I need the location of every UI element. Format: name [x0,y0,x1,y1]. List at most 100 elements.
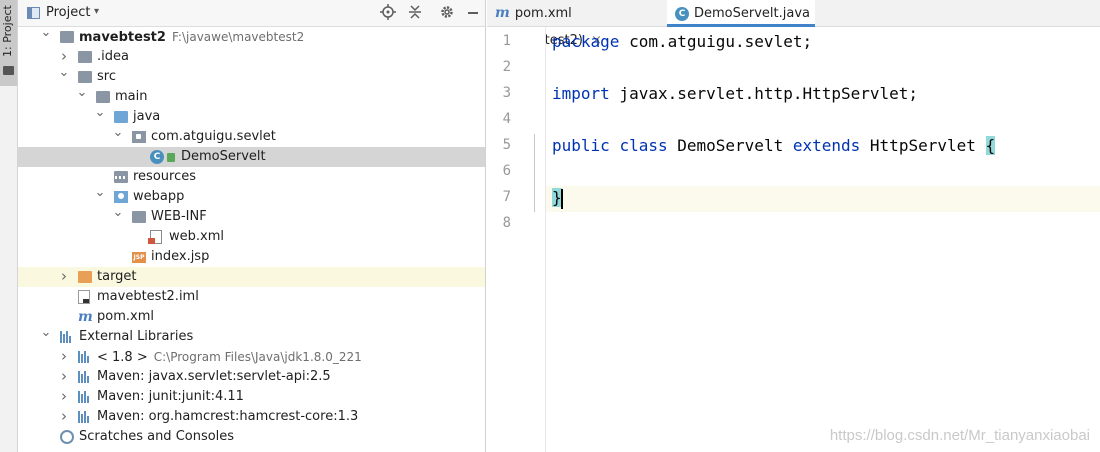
tree-row[interactable]: JSP index.jsp [18,247,485,267]
chevron-down-icon[interactable]: ⌄ [40,23,52,43]
tree-item-name: src [97,69,116,84]
tree-item-label: webapp [133,187,184,207]
project-tool-label: 1: Project [1,5,14,57]
library-icon [78,351,92,363]
tree-item-label: pom.xml [97,307,154,327]
tree-row[interactable]: C DemoServelt [18,147,485,167]
tree-row[interactable]: ⌄ webapp [18,185,485,207]
resources-badge-icon [115,176,127,179]
tree-row[interactable]: › target [18,267,485,287]
folder-icon [78,71,92,83]
tree-item-name: .idea [97,49,129,64]
chevron-down-icon[interactable]: ⌄ [40,323,52,343]
minimize-icon[interactable] [464,4,482,22]
tree-row[interactable]: ⌄ External Libraries [18,325,485,347]
runnable-badge-icon [167,153,175,162]
folder-icon [78,51,92,63]
project-view-icon [27,7,40,19]
tree-item-label: Maven: javax.servlet:servlet-api:2.5 [97,367,331,387]
tree-row[interactable]: ⌄ main [18,85,485,107]
fold-guide [534,134,535,212]
gear-icon[interactable] [438,4,456,22]
tree-item-label: web.xml [169,227,224,247]
tree-item-name: webapp [133,189,185,204]
tree-item-name: mavebtest2 [79,30,166,45]
tree-item-label: mavebtest2 F:\javawe\mavebtest2 [79,27,304,48]
chevron-right-icon[interactable]: › [58,386,70,406]
chevron-right-icon[interactable]: › [58,406,70,426]
line-number: 8 [502,215,511,231]
xml-badge-icon [148,238,155,244]
project-panel: Project ▾ ⌄ mavebtest2 F:\javawe\mavebtest… [18,0,486,452]
brace-token: { [985,136,996,155]
locate-icon[interactable] [379,4,397,22]
tree-row[interactable]: › Maven: javax.servlet:servlet-api:2.5 [18,367,485,387]
tree-row[interactable]: ⌄ WEB-INF [18,205,485,227]
tab-demoservelt-java[interactable]: C DemoServelt.java [667,0,815,27]
tree-row[interactable]: web.xml [18,227,485,247]
chevron-right-icon[interactable]: › [58,266,70,286]
tree-item-name: com.atguigu.sevlet [151,129,276,144]
line-number: 6 [502,163,511,179]
tree-item-name: Maven: junit:junit:4.11 [97,389,244,404]
chevron-right-icon[interactable]: › [58,346,70,366]
jsp-file-icon: JSP [132,252,146,263]
collapse-all-icon[interactable] [406,4,424,22]
project-title[interactable]: Project [46,5,90,20]
tree-item-name: pom.xml [97,309,154,324]
code-area[interactable]: package com.atguigu.sevlet; import javax.… [546,27,1100,452]
tree-item-label: Scratches and Consoles [79,427,234,447]
tree-item-label: com.atguigu.sevlet [151,127,276,147]
tree-row[interactable]: › Maven: junit:junit:4.11 [18,387,485,407]
chevron-down-icon[interactable]: ▾ [94,6,99,17]
chevron-down-icon[interactable]: ⌄ [76,83,88,103]
folder-icon [3,66,14,75]
chevron-down-icon[interactable]: ⌄ [112,123,124,143]
tree-item-name: mavebtest2.iml [97,289,199,304]
project-tree: ⌄ mavebtest2 F:\javawe\mavebtest2 › .idea ⌄ sr… [18,25,485,447]
tree-row[interactable]: mavebtest2.iml [18,287,485,307]
tree-item-name: External Libraries [79,329,194,344]
maven-file-icon: m [78,309,93,325]
tree-row[interactable]: ⌄ com.atguigu.sevlet [18,125,485,147]
tree-row[interactable]: › .idea [18,47,485,67]
chevron-down-icon[interactable]: ⌄ [58,63,70,83]
chevron-down-icon[interactable]: ⌄ [94,183,106,203]
line-number: 4 [502,111,511,127]
tree-item-name: WEB-INF [151,209,207,224]
chevron-right-icon[interactable]: › [58,366,70,386]
tree-item-name: web.xml [169,229,224,244]
maven-file-icon: m [495,5,510,21]
library-icon [78,371,92,383]
tree-item-name: < 1.8 > [97,350,148,365]
tree-item-label: .idea [97,47,129,67]
tree-row[interactable]: resources [18,167,485,187]
tree-row[interactable]: › < 1.8 > C:\Program Files\Java\jdk1.8.0_2… [18,347,485,367]
tree-item-name: Scratches and Consoles [79,429,235,444]
tree-row[interactable]: m pom.xml [18,307,485,327]
tree-row[interactable]: › Maven: org.hamcrest:hamcrest-core:1.3 [18,407,485,427]
tree-item-path: C:\Program Files\Java\jdk1.8.0_221 [153,350,362,364]
tab-label: DemoServelt.java [694,6,810,21]
tab-pom-xml[interactable]: mpom.xml (mavebtest2)× [487,0,665,48]
source-folder-icon [114,111,128,123]
chevron-down-icon[interactable]: ⌄ [112,203,124,223]
tree-item-label: index.jsp [151,247,209,267]
tree-row[interactable]: ⌄ mavebtest2 F:\javawe\mavebtest2 [18,25,485,48]
scratches-icon [60,430,74,444]
tree-item-label: target [97,267,137,287]
module-folder-icon [60,31,74,43]
tree-item-name: resources [133,169,197,184]
chevron-down-icon[interactable]: ⌄ [94,103,106,123]
project-tool-tab[interactable]: 1: Project [0,0,17,86]
tree-row[interactable]: ⌄ java [18,105,485,127]
code-line: import javax.servlet.http.HttpServlet; [552,84,918,103]
folder-icon [132,211,146,223]
tree-item-label: Maven: junit:junit:4.11 [97,387,244,407]
tree-item-name: DemoServelt [181,149,266,164]
tree-row[interactable]: ⌄ src [18,65,485,87]
tree-item-path: F:\javawe\mavebtest2 [171,30,305,44]
tree-row[interactable]: Scratches and Consoles [18,427,485,447]
class-icon: C [150,150,164,164]
code-token: HttpServlet [860,136,986,155]
